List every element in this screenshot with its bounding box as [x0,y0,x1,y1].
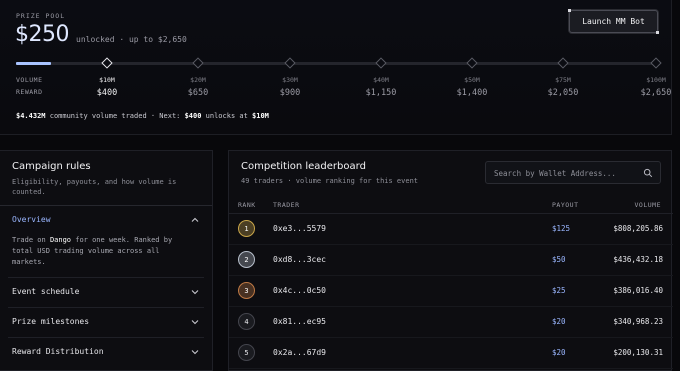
wallet-search-box[interactable] [485,161,661,184]
chevron-up-icon [191,217,199,222]
milestone-reward: $650 [187,88,209,98]
volume-row-label: VOLUME [16,76,43,84]
payout-value: $125 [552,224,571,233]
milestone-marker [650,57,662,69]
rank-badge: 5 [238,344,255,361]
leaderboard-row[interactable]: 4 0x81...ec95 $20 $340,968.23 [229,307,673,338]
accordion-overview[interactable]: Overview [0,205,212,233]
chevron-down-icon [191,320,199,325]
milestone-volume: $20M [190,76,206,84]
campaign-rules-title: Campaign rules [12,161,91,172]
prize-pool-label: PRIZE POOL [16,12,66,20]
progress-note-mid: community volume traded · Next: [45,112,185,120]
overview-body-bold: Dango [49,236,72,244]
rank-badge: 1 [238,220,255,237]
milestone-marker [284,57,296,69]
trader-address[interactable]: 0x4c...0c50 [273,286,326,295]
reward-row-label: REWARD [16,88,43,96]
column-header-volume[interactable]: VOLUME [635,201,661,209]
prize-pool-panel: PRIZE POOL $250 unlocked · up to $2,650 … [0,0,672,135]
milestone-reward: $2,050 [547,88,579,98]
volume-value: $436,432.18 [613,255,663,264]
leaderboard-row[interactable]: 2 0xd8...3cec $50 $436,432.18 [229,245,673,276]
milestone-marker [466,57,478,69]
milestone-reward: $1,150 [365,88,397,98]
milestone-volume: $40M [373,76,389,84]
milestone-volume: $30M [282,76,298,84]
prize-pool-amount: $250 [15,22,70,47]
milestone-progress-fill [16,62,52,65]
campaign-rules-panel: Campaign rules Eligibility, payouts, and… [0,150,213,371]
accordion-prize-milestones[interactable]: Prize milestones [8,307,204,335]
payout-value: $50 [552,255,566,264]
chevron-down-icon [191,290,199,295]
rank-badge: 2 [238,251,255,268]
milestone-reward: $1,400 [456,88,488,98]
volume-value: $386,016.40 [613,286,663,295]
leaderboard-row[interactable]: 5 0x2a...67d9 $20 $200,130.31 [229,338,673,369]
launch-mm-bot-button[interactable]: Launch MM Bot [568,9,659,34]
milestone-volume: $50M [464,76,480,84]
milestone-reward: $2,650 [640,88,672,98]
milestone-marker [557,57,569,69]
overview-body-pre: Trade on [12,236,50,244]
accordion-reward-distribution-label: Reward Distribution [12,347,104,356]
accordion-prize-milestones-label: Prize milestones [12,317,90,326]
competition-leaderboard-panel: Competition leaderboard 49 traders · vol… [228,150,673,371]
progress-note: $4.432M community volume traded · Next: … [16,112,269,120]
trader-address[interactable]: 0xe3...5579 [273,224,326,233]
leaderboard-row[interactable]: 1 0xe3...5579 $125 $808,205.86 [229,214,673,245]
overview-body: Trade on Dango for one week. Ranked by t… [12,235,192,268]
milestone-marker [192,57,204,69]
wallet-search-input[interactable] [494,167,634,179]
milestone-marker [375,57,387,69]
column-header-rank[interactable]: RANK [238,201,256,209]
column-header-trader[interactable]: TRADER [273,201,299,209]
leaderboard-row[interactable]: 3 0x4c...0c50 $25 $386,016.40 [229,276,673,307]
search-icon[interactable] [643,168,653,178]
accordion-overview-label: Overview [12,215,51,224]
milestone-volume: $100M [646,76,666,84]
campaign-rules-description: Eligibility, payouts, and how volume is … [12,178,177,196]
accordion-event-schedule[interactable]: Event schedule [8,277,204,305]
trader-address[interactable]: 0x2a...67d9 [273,348,326,357]
rank-badge: 4 [238,313,255,330]
milestone-volume: $75M [555,76,571,84]
milestone-marker [101,57,113,69]
payout-value: $25 [552,286,566,295]
milestone-reward: $900 [279,88,301,98]
progress-note-end: unlocks at [201,112,253,120]
trader-address[interactable]: 0xd8...3cec [273,255,326,264]
volume-value: $200,130.31 [613,348,663,357]
leaderboard-subtitle: 49 traders · volume ranking for this eve… [241,177,419,185]
volume-value: $340,968.23 [613,317,663,326]
trader-address[interactable]: 0x81...ec95 [273,317,326,326]
payout-value: $20 [552,348,566,357]
traded-volume: $4.432M [16,112,46,120]
accordion-event-schedule-label: Event schedule [12,287,80,296]
chevron-down-icon [191,350,199,355]
milestone-volume: $10M [99,76,115,84]
volume-value: $808,205.86 [613,224,663,233]
next-volume: $10M [252,112,269,120]
column-header-payout[interactable]: PAYOUT [552,201,578,209]
milestone-reward: $400 [96,88,118,98]
next-reward: $400 [184,112,202,120]
prize-pool-subtitle: unlocked · up to $2,650 [76,35,187,44]
payout-value: $20 [552,317,566,326]
rank-badge: 3 [238,282,255,299]
accordion-reward-distribution[interactable]: Reward Distribution [8,337,204,365]
leaderboard-title: Competition leaderboard [241,161,366,172]
